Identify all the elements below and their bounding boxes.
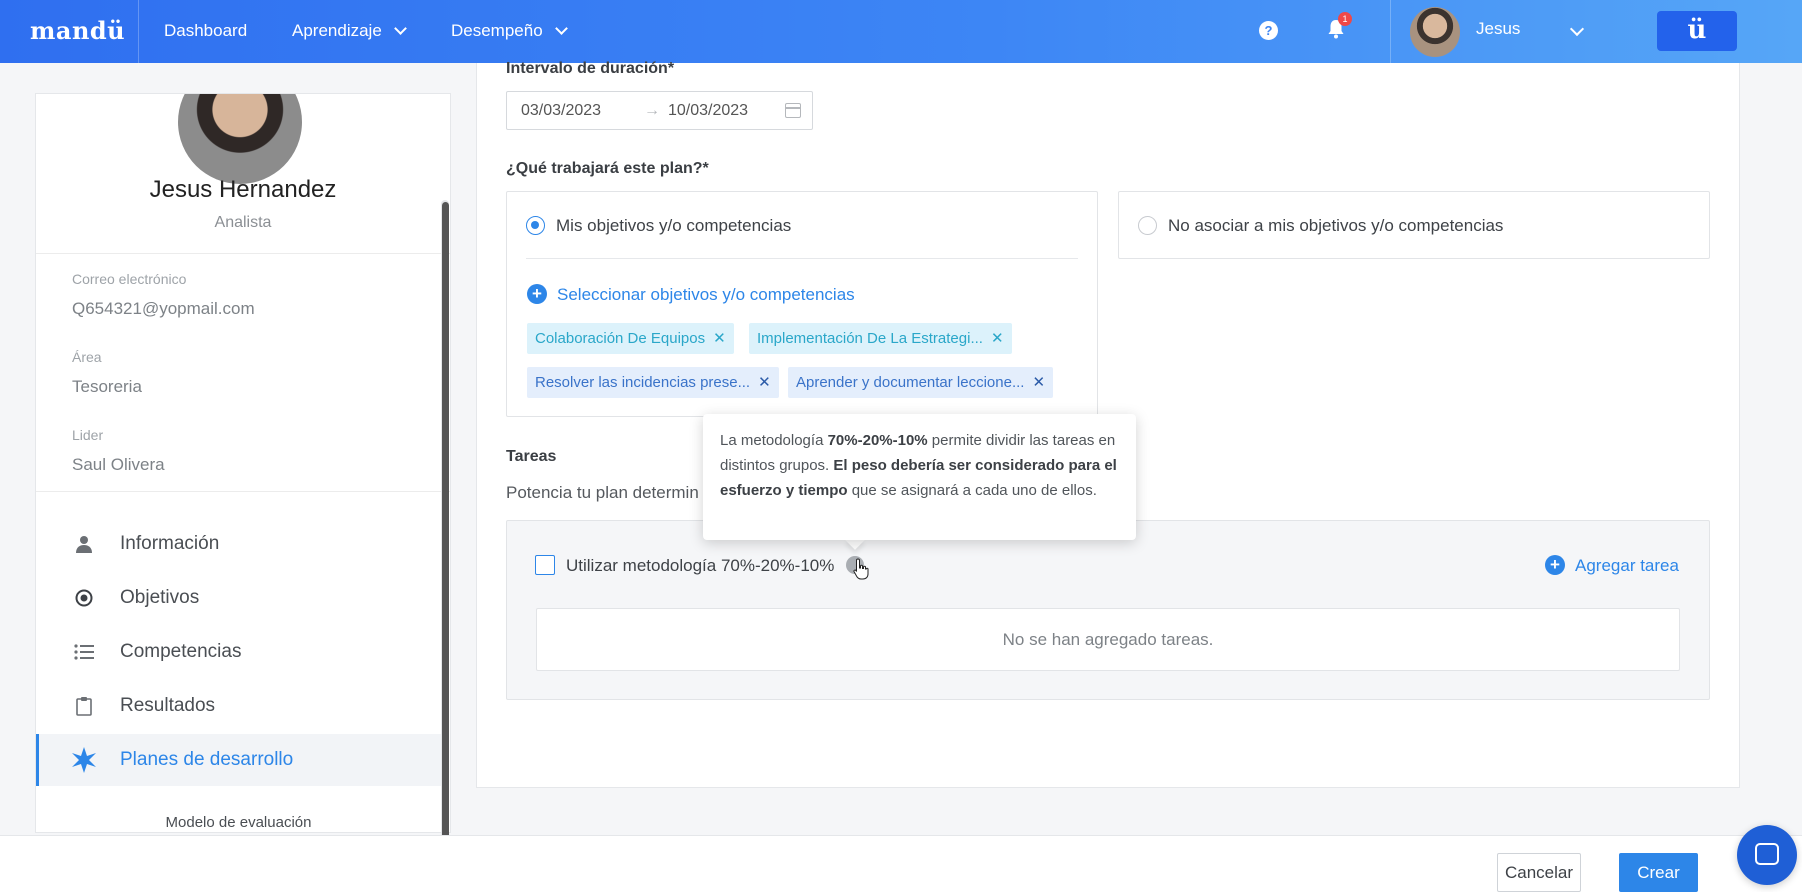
notification-badge: 1: [1338, 12, 1352, 26]
area-label: Área: [72, 349, 102, 365]
add-task-link[interactable]: Agregar tarea: [1575, 556, 1679, 576]
sidebar-item-label: Información: [120, 533, 220, 554]
tag-item: Implementación De La Estrategi... ✕: [749, 323, 1012, 354]
radio-none[interactable]: [1138, 216, 1157, 235]
sidebar-item-informacion[interactable]: Información: [36, 518, 441, 570]
date-end-field[interactable]: 10/03/2023: [668, 102, 783, 120]
avatar[interactable]: [1410, 7, 1460, 57]
sidebar-item-label: Objetivos: [120, 587, 200, 608]
chat-button[interactable]: [1737, 825, 1797, 885]
top-navigation-bar: mandü Dashboard Aprendizaje Desempeño ? …: [0, 0, 1802, 63]
profile-role: Analista: [214, 214, 272, 231]
profile-card: Jesus Hernandez Analista Correo electrón…: [35, 93, 451, 833]
sidebar-scrollbar-thumb[interactable]: [442, 202, 449, 842]
plus-circle-icon[interactable]: +: [1545, 555, 1565, 575]
sidebar-item-label: Planes de desarrollo: [120, 749, 294, 770]
date-start-field[interactable]: 03/03/2023: [521, 102, 636, 120]
nav-desempeno-label: Desempeño: [451, 21, 543, 40]
sidebar-item-label: Resultados: [120, 695, 216, 716]
calendar-icon[interactable]: [785, 103, 801, 118]
sidebar-item-label: Competencias: [120, 641, 242, 662]
tag-label: Implementación De La Estrategi...: [757, 330, 983, 347]
date-range-picker[interactable]: 03/03/2023 → 10/03/2023: [506, 91, 813, 130]
cancel-button[interactable]: Cancelar: [1497, 853, 1581, 892]
menu-divider: [36, 491, 450, 492]
tooltip-bold: 70%-20%-10%: [827, 432, 928, 449]
close-icon[interactable]: ✕: [713, 330, 726, 347]
chevron-down-icon: [554, 22, 568, 35]
brand-button[interactable]: ü: [1657, 11, 1737, 51]
tooltip-text: que se asignará a cada uno de ellos.: [847, 482, 1097, 499]
target-icon: [68, 589, 100, 607]
sidebar-item-objetivos[interactable]: Objetivos: [36, 572, 441, 624]
help-icon[interactable]: ?: [1259, 21, 1278, 40]
methodology-checkbox[interactable]: [535, 555, 555, 575]
option-none-label[interactable]: No asociar a mis objetivos y/o competenc…: [1168, 216, 1503, 236]
close-icon[interactable]: ✕: [1032, 374, 1045, 391]
select-objectives-link[interactable]: Seleccionar objetivos y/o competencias: [557, 285, 855, 305]
chat-bubble-icon: [1755, 843, 1779, 865]
user-divider: [1390, 0, 1391, 63]
pointer-hand-icon: [853, 558, 869, 580]
tasks-label: Tareas: [506, 448, 557, 465]
leader-label: Lider: [72, 427, 104, 443]
sidebar-item-competencias[interactable]: Competencias: [36, 626, 441, 678]
profile-name: Jesus Hernandez: [149, 176, 337, 203]
chevron-down-icon: [393, 22, 407, 35]
list-icon: [68, 643, 100, 661]
tasks-subtitle: Potencia tu plan determin: [506, 483, 699, 502]
nav-dashboard-label: Dashboard: [164, 21, 248, 40]
area-value: Tesoreria: [72, 377, 142, 396]
star-burst-icon: [68, 746, 100, 774]
tag-item: Aprender y documentar leccione... ✕: [788, 367, 1054, 398]
tag-item: Colaboración De Equipos ✕: [527, 323, 734, 354]
methodology-label[interactable]: Utilizar metodología 70%-20%-10%: [566, 556, 834, 576]
model-evaluation-label[interactable]: Modelo de evaluación: [36, 814, 441, 831]
email-label: Correo electrónico: [72, 271, 187, 287]
arrow-right-icon: →: [644, 101, 660, 119]
profile-divider: [36, 253, 450, 254]
tag-label: Colaboración De Equipos: [535, 330, 706, 347]
email-value: Q654321@yopmail.com: [72, 299, 255, 318]
person-icon: [68, 535, 100, 553]
tag-label: Resolver las incidencias prese...: [535, 374, 751, 391]
close-icon[interactable]: ✕: [758, 374, 771, 391]
create-button[interactable]: Crear: [1619, 853, 1698, 892]
nav-dashboard[interactable]: Dashboard: [164, 21, 247, 41]
chevron-down-icon[interactable]: [1569, 21, 1585, 37]
clipboard-icon: [68, 696, 100, 716]
tag-item: Resolver las incidencias prese... ✕: [527, 367, 779, 398]
plus-circle-icon[interactable]: +: [527, 284, 547, 304]
option-mine-label[interactable]: Mis objetivos y/o competencias: [556, 216, 791, 236]
close-icon[interactable]: ✕: [991, 330, 1004, 347]
nav-aprendizaje[interactable]: Aprendizaje: [292, 21, 407, 41]
duration-label: Intervalo de duración*: [506, 60, 675, 77]
profile-avatar: [178, 94, 302, 184]
work-label: ¿Qué trabajará este plan?*: [506, 160, 709, 177]
sidebar-item-resultados[interactable]: Resultados: [36, 680, 441, 732]
radio-mine[interactable]: [526, 216, 545, 235]
tag-label: Aprender y documentar leccione...: [796, 374, 1025, 391]
option-divider: [526, 258, 1078, 259]
app-logo[interactable]: mandü: [30, 16, 125, 45]
sidebar-item-planes-desarrollo[interactable]: Planes de desarrollo: [36, 734, 441, 786]
nav-desempeno[interactable]: Desempeño: [451, 21, 568, 41]
methodology-tooltip: La metodología 70%-20%-10% permite divid…: [703, 414, 1136, 540]
nav-aprendizaje-label: Aprendizaje: [292, 21, 382, 40]
logo-divider: [138, 0, 139, 63]
empty-tasks-message: No se han agregado tareas.: [536, 608, 1680, 671]
leader-value: Saul Olivera: [72, 455, 165, 474]
user-name[interactable]: Jesus: [1476, 19, 1520, 39]
tooltip-text: La metodología: [720, 432, 828, 449]
